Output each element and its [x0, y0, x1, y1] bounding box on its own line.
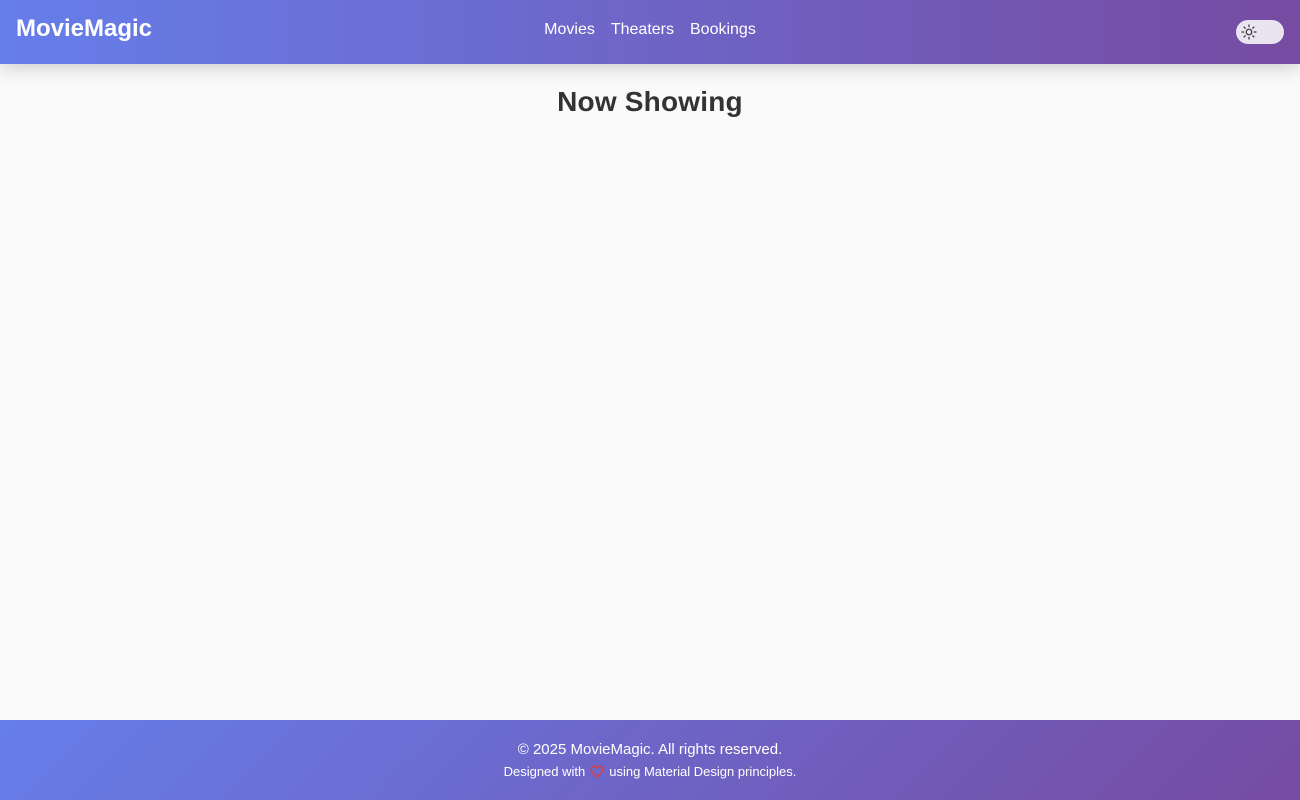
- nav-movies[interactable]: Movies: [544, 21, 595, 39]
- footer-designed-suffix: using Material Design principles.: [609, 764, 797, 779]
- footer: © 2025 MovieMagic. All rights reserved. …: [0, 720, 1300, 800]
- main-content: Now Showing: [0, 64, 1300, 720]
- app-root: MovieMagic Movies Theaters Bookings Now …: [0, 0, 1300, 800]
- heart-icon: [589, 765, 605, 779]
- nav-theaters[interactable]: Theaters: [611, 21, 674, 39]
- movie-grid: [0, 118, 1300, 720]
- nav-bookings[interactable]: Bookings: [690, 21, 756, 39]
- top-app-bar: MovieMagic Movies Theaters Bookings: [0, 0, 1300, 64]
- theme-toggle[interactable]: [1236, 20, 1284, 44]
- footer-credits: Designed with using Material Design prin…: [504, 764, 797, 779]
- footer-copyright: © 2025 MovieMagic. All rights reserved.: [517, 741, 783, 758]
- main-nav: Movies Theaters Bookings: [544, 0, 756, 62]
- footer-designed-prefix: Designed with: [503, 764, 586, 779]
- page-title: Now Showing: [557, 86, 743, 117]
- brand-logo[interactable]: MovieMagic: [16, 15, 152, 43]
- sun-icon: [1239, 22, 1259, 42]
